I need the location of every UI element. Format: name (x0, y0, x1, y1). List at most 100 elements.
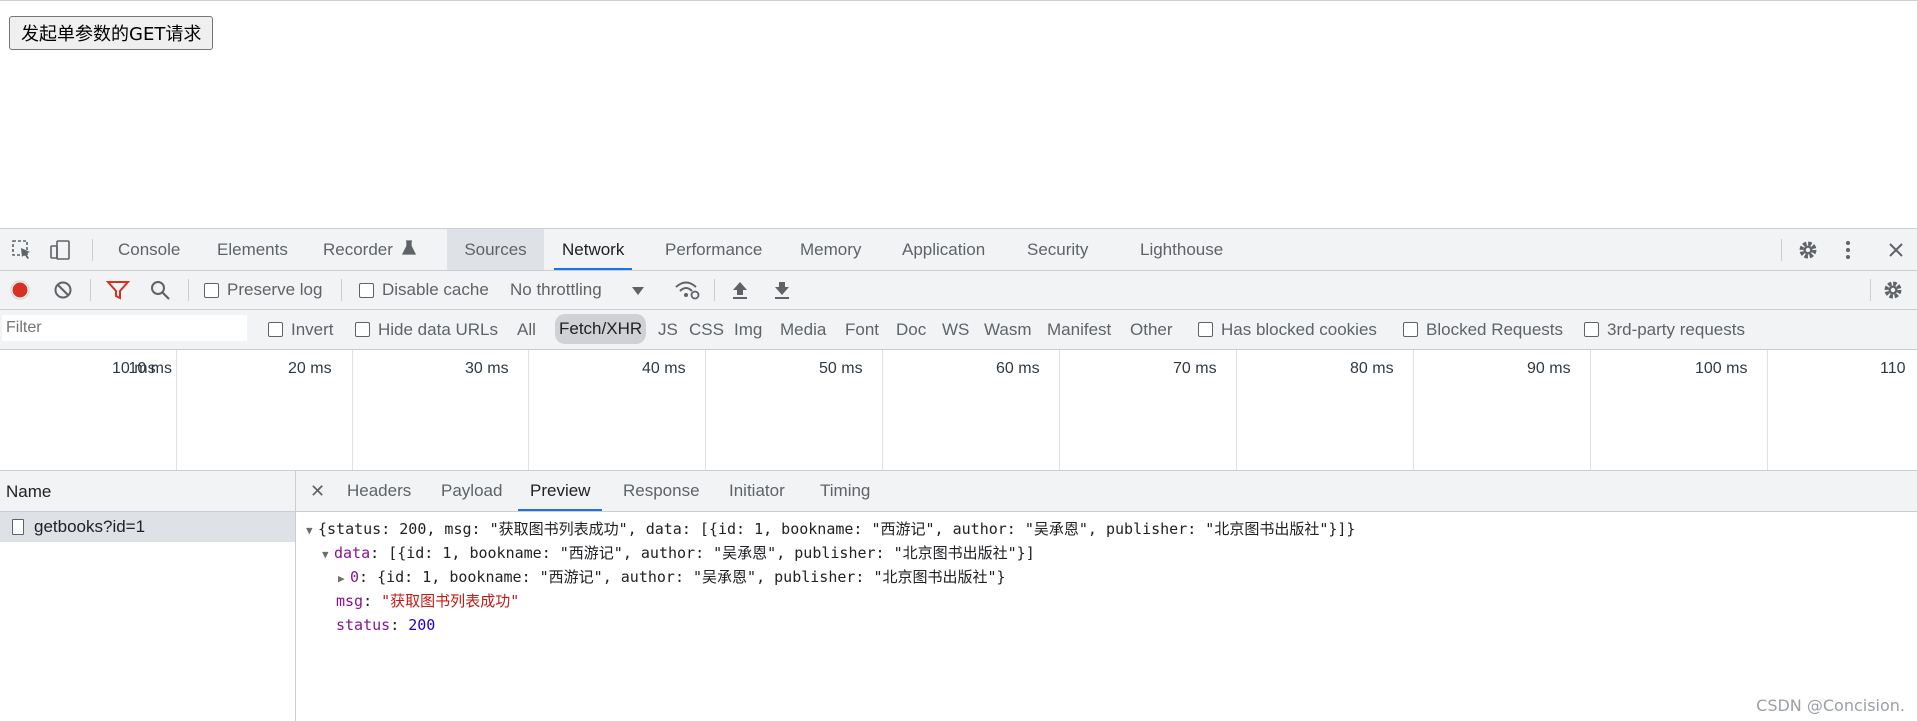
send-get-request-button[interactable]: 发起单参数的GET请求 (9, 16, 214, 50)
json-item-line[interactable]: ▶ 0: {id: 1, bookname: "西游记", author: "吴承… (338, 567, 1006, 587)
import-har-icon[interactable] (731, 271, 749, 309)
expanded-triangle-icon[interactable]: ▼ (306, 521, 318, 541)
detail-tab-headers[interactable]: Headers (347, 471, 411, 511)
detail-tab-initiator[interactable]: Initiator (729, 471, 785, 511)
type-filter-media[interactable]: Media (780, 310, 826, 349)
json-msg-value: "获取图书列表成功" (381, 592, 520, 610)
json-key-index: 0 (350, 568, 360, 586)
expanded-triangle-icon[interactable]: ▼ (322, 545, 334, 565)
tabbar-divider-right (1781, 239, 1782, 261)
type-filter-font[interactable]: Font (845, 310, 879, 349)
timeline-column (528, 350, 529, 470)
timeline-column (1236, 350, 1237, 470)
type-filter-doc[interactable]: Doc (896, 310, 926, 349)
timeline-tick-60ms: 60 ms (996, 360, 1040, 377)
blocked-requests-label: Blocked Requests (1426, 319, 1564, 339)
timeline-column (1590, 350, 1591, 470)
type-filter-ws[interactable]: WS (942, 310, 969, 349)
toolbar-divider-3 (341, 279, 342, 301)
inspect-element-icon[interactable] (10, 229, 34, 270)
export-har-icon[interactable] (773, 271, 791, 309)
network-lower-split: Name getbooks?id=1 ✕ Headers Payload Pre… (0, 471, 1917, 721)
throttling-select[interactable]: No throttling (510, 271, 644, 309)
record-icon[interactable] (10, 271, 30, 309)
type-filter-img[interactable]: Img (734, 310, 762, 349)
third-party-requests-box[interactable] (1584, 322, 1599, 337)
type-filter-all[interactable]: All (517, 310, 536, 349)
type-filter-manifest[interactable]: Manifest (1047, 310, 1111, 349)
has-blocked-cookies-label: Has blocked cookies (1221, 319, 1377, 339)
invert-box[interactable] (268, 322, 283, 337)
request-name: getbooks?id=1 (34, 517, 146, 536)
name-column-header[interactable]: Name (6, 482, 51, 502)
hide-data-urls-label: Hide data URLs (378, 319, 499, 339)
timeline-column (1413, 350, 1414, 470)
has-blocked-cookies-checkbox[interactable]: Has blocked cookies (1198, 310, 1377, 349)
search-icon[interactable] (149, 271, 171, 309)
tabbar-divider (92, 239, 93, 261)
page-viewport: 发起单参数的GET请求 (0, 0, 1917, 228)
preserve-log-label: Preserve log (227, 280, 323, 299)
type-filter-other[interactable]: Other (1130, 310, 1173, 349)
preserve-log-checkbox[interactable]: Preserve log (204, 271, 322, 309)
filter-funnel-icon[interactable] (106, 271, 130, 309)
tab-lighthouse[interactable]: Lighthouse (1140, 229, 1223, 270)
device-toolbar-icon[interactable] (48, 229, 72, 270)
network-settings-gear-icon[interactable] (1882, 271, 1904, 309)
tab-network[interactable]: Network (554, 229, 633, 270)
third-party-requests-label: 3rd-party requests (1607, 319, 1745, 339)
network-conditions-icon[interactable] (674, 271, 700, 309)
disable-cache-checkbox[interactable]: Disable cache (359, 271, 489, 309)
toolbar-divider-4 (714, 279, 715, 301)
network-toolbar: Preserve log Disable cache No throttling (0, 271, 1917, 310)
timeline-column (176, 350, 177, 470)
type-filter-fetch-xhr[interactable]: Fetch/XHR (555, 314, 647, 344)
request-list-header[interactable]: Name (0, 471, 295, 512)
json-item-summary: {id: 1, bookname: "西游记", author: "吴承恩", … (377, 568, 1006, 586)
tab-recorder[interactable]: Recorder (323, 229, 416, 270)
collapsed-triangle-icon[interactable]: ▶ (338, 569, 350, 589)
tab-application[interactable]: Application (902, 229, 985, 270)
blocked-requests-box[interactable] (1403, 322, 1418, 337)
tab-elements[interactable]: Elements (217, 229, 288, 270)
detail-tab-response[interactable]: Response (623, 471, 700, 511)
third-party-requests-checkbox[interactable]: 3rd-party requests (1584, 310, 1745, 349)
request-list-panel: Name getbooks?id=1 (0, 471, 296, 721)
more-options-icon[interactable] (1840, 229, 1856, 270)
json-key-data: data (334, 544, 371, 562)
request-detail-panel: ✕ Headers Payload Preview Response Initi… (296, 471, 1917, 721)
preserve-log-box[interactable] (204, 282, 219, 298)
request-row[interactable]: getbooks?id=1 (0, 512, 295, 542)
tab-sources[interactable]: Sources (447, 229, 544, 270)
hide-data-urls-box[interactable] (355, 322, 370, 337)
toolbar-divider-5 (1870, 279, 1871, 301)
devtools-tabbar: Console Elements Recorder Sources Networ… (0, 229, 1917, 271)
detail-tab-preview[interactable]: Preview (518, 471, 603, 511)
invert-checkbox[interactable]: Invert (268, 310, 334, 349)
hide-data-urls-checkbox[interactable]: Hide data URLs (355, 310, 498, 349)
detail-tab-payload[interactable]: Payload (441, 471, 502, 511)
json-msg-line: msg: "获取图书列表成功" (336, 592, 520, 610)
close-detail-icon[interactable]: ✕ (310, 471, 325, 511)
filter-input[interactable] (2, 315, 247, 341)
tab-security[interactable]: Security (1027, 229, 1088, 270)
has-blocked-cookies-box[interactable] (1198, 322, 1213, 337)
type-filter-wasm[interactable]: Wasm (984, 310, 1032, 349)
tab-memory[interactable]: Memory (800, 229, 861, 270)
json-root-line[interactable]: ▼ {status: 200, msg: "获取图书列表成功", data: [{… (306, 519, 1355, 539)
type-filter-js[interactable]: JS (658, 310, 678, 349)
type-filter-css[interactable]: CSS (689, 310, 724, 349)
close-devtools-icon[interactable] (1884, 229, 1908, 270)
toolbar-divider-2 (188, 279, 189, 301)
clear-icon[interactable] (53, 271, 73, 309)
timeline-column (705, 350, 706, 470)
tab-console[interactable]: Console (118, 229, 180, 270)
disable-cache-box[interactable] (359, 282, 374, 298)
detail-tab-timing[interactable]: Timing (820, 471, 870, 511)
timeline-column (1059, 350, 1060, 470)
settings-gear-icon[interactable] (1796, 229, 1820, 270)
blocked-requests-checkbox[interactable]: Blocked Requests (1403, 310, 1563, 349)
tab-performance[interactable]: Performance (665, 229, 762, 270)
json-data-line[interactable]: ▼ data: [{id: 1, bookname: "西游记", author:… (322, 543, 1035, 563)
timeline-overview[interactable]: 10 ms 10 ms 20 ms 30 ms 40 ms 50 ms 60 m… (0, 350, 1917, 471)
